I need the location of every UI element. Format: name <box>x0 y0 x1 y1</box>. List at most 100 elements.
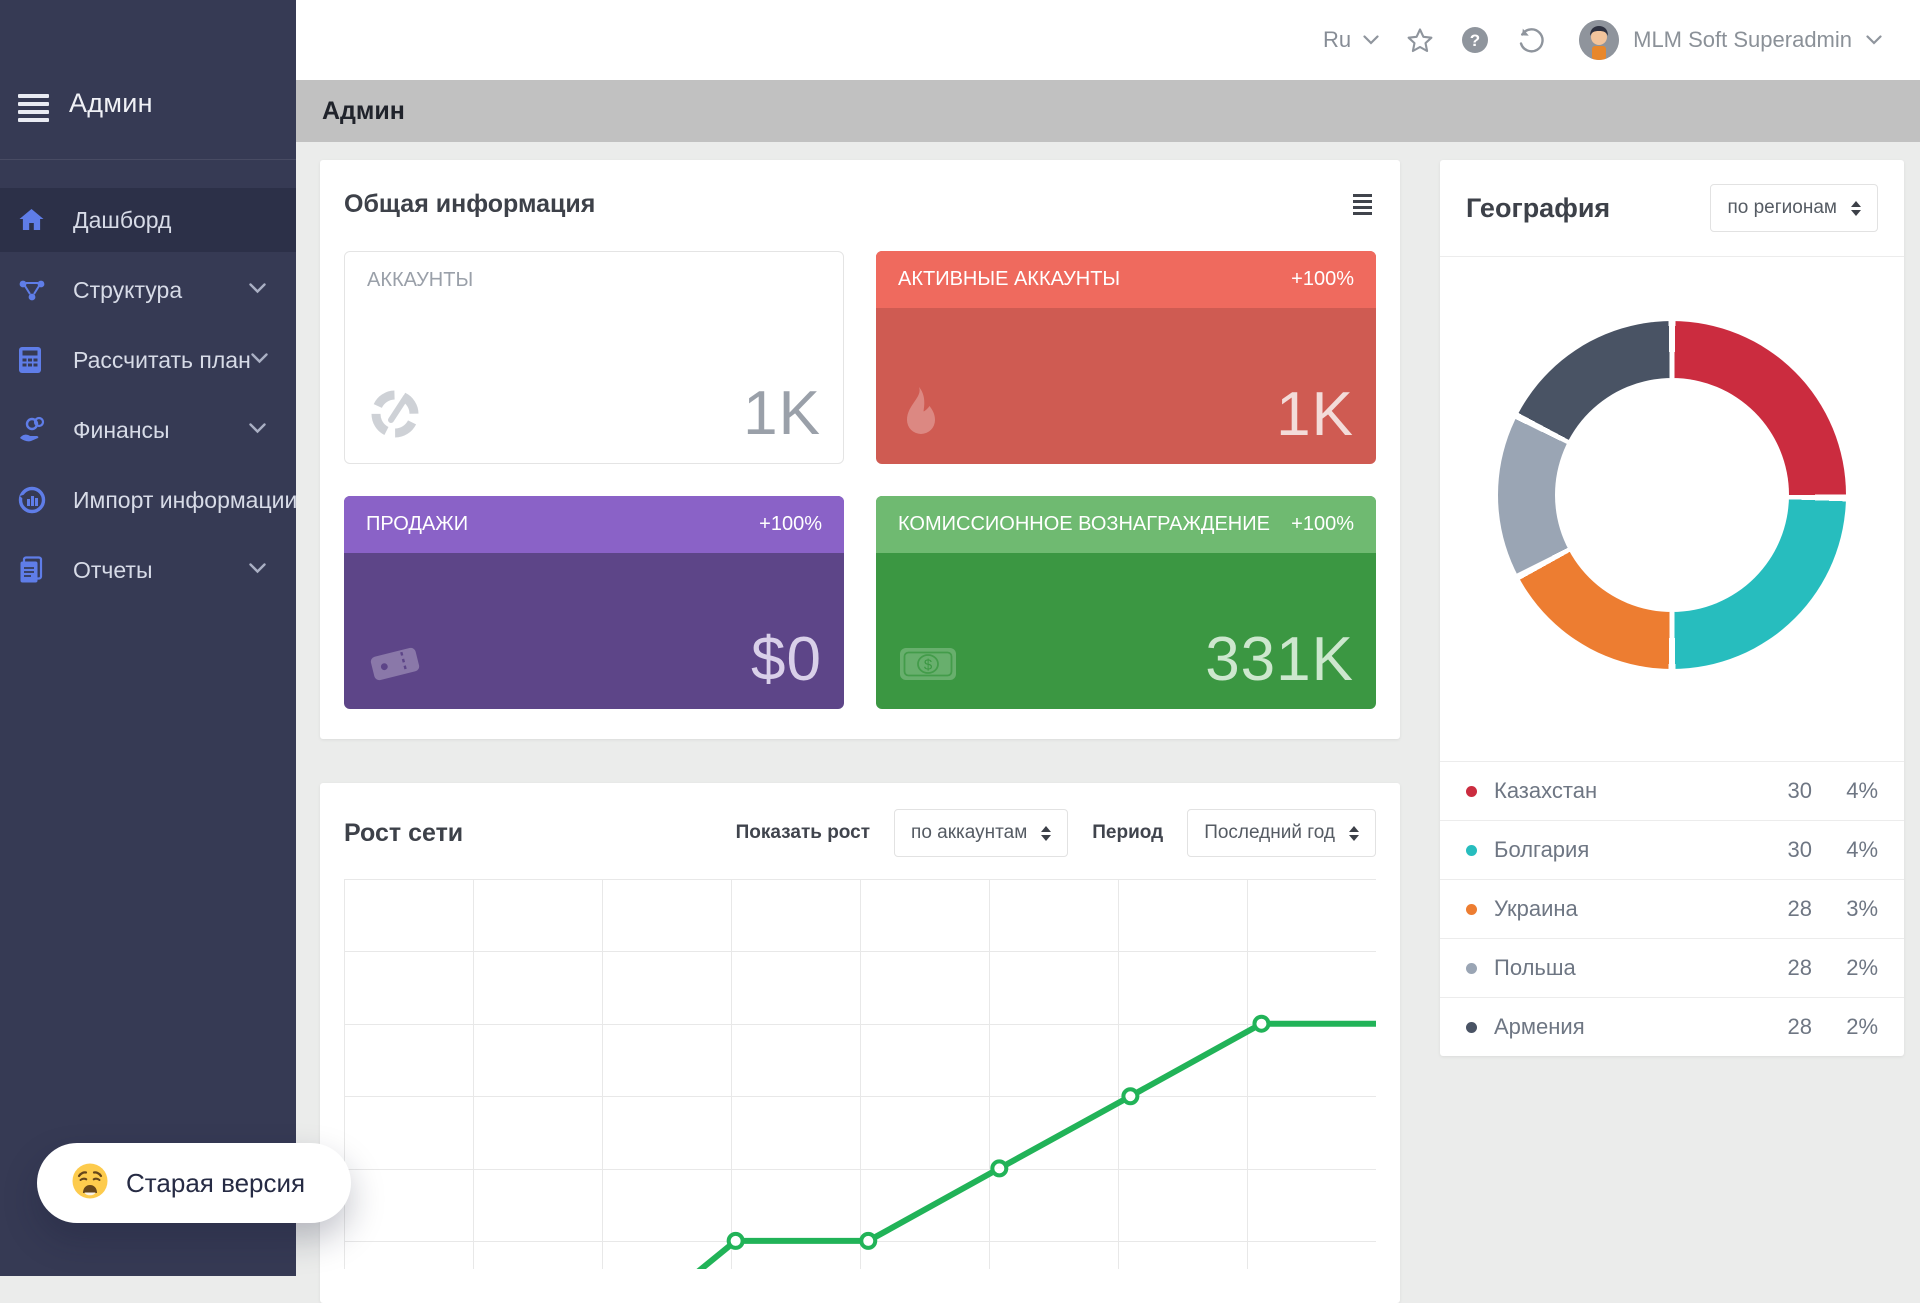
old-version-label: Старая версия <box>126 1168 305 1199</box>
sidebar: Админ Дашборд Структура <box>0 0 296 1276</box>
menu-toggle-icon[interactable] <box>18 88 49 122</box>
chevron-down-icon <box>249 421 266 439</box>
geography-title: География <box>1466 193 1610 224</box>
overview-title: Общая информация <box>344 190 595 219</box>
sidebar-item-label: Структура <box>73 277 249 304</box>
legend-label: Польша <box>1494 955 1760 981</box>
finance-icon <box>18 416 58 444</box>
legend-dot <box>1466 904 1477 915</box>
legend-row[interactable]: Казахстан 30 4% <box>1440 761 1904 820</box>
growth-title: Рост сети <box>344 819 712 848</box>
legend-label: Украина <box>1494 896 1760 922</box>
flame-icon <box>898 385 944 446</box>
tile-sales[interactable]: ПРОДАЖИ +100% <box>344 496 844 709</box>
growth-period-label: Период <box>1092 822 1163 844</box>
undo-icon[interactable] <box>1516 26 1544 54</box>
geography-card: География по регионам Казахстан 30 <box>1440 160 1904 1056</box>
legend-row[interactable]: Польша 28 2% <box>1440 938 1904 997</box>
tile-active-accounts[interactable]: АКТИВНЫЕ АККАУНТЫ +100% 1K <box>876 251 1376 464</box>
chevron-down-icon <box>1363 35 1379 45</box>
legend-percent: 2% <box>1812 955 1878 981</box>
legend-value: 28 <box>1760 896 1812 922</box>
tile-label: АККАУНТЫ <box>367 269 473 292</box>
tile-value: $0 <box>751 629 822 691</box>
sort-arrows-icon <box>1851 201 1861 216</box>
sidebar-item-structure[interactable]: Структура <box>0 258 296 322</box>
sidebar-item-import[interactable]: Импорт информации <box>0 468 296 532</box>
old-version-button[interactable]: Старая версия <box>37 1143 351 1223</box>
sidebar-item-dashboard[interactable]: Дашборд <box>0 188 296 252</box>
sidebar-item-label: Рассчитать план <box>73 347 251 374</box>
tile-badge: +100% <box>759 513 822 536</box>
legend-row[interactable]: Армения 28 2% <box>1440 997 1904 1056</box>
legend-percent: 4% <box>1812 778 1878 804</box>
sidebar-item-reports[interactable]: Отчеты <box>0 538 296 602</box>
sidebar-item-calc-plan[interactable]: Рассчитать план <box>0 328 296 392</box>
geography-donut-chart <box>1498 321 1846 669</box>
legend-percent: 2% <box>1812 1014 1878 1040</box>
topbar: Ru ? MLM Soft Superadmin <box>296 0 1920 80</box>
user-menu[interactable]: MLM Soft Superadmin <box>1579 20 1882 60</box>
overview-card: Общая информация АККАУНТЫ <box>320 160 1400 739</box>
tile-accounts[interactable]: АККАУНТЫ 1K <box>344 251 844 464</box>
sidebar-header: Админ <box>0 0 296 160</box>
tile-label: ПРОДАЖИ <box>366 513 468 536</box>
sidebar-brand: Админ <box>69 88 153 119</box>
language-label: Ru <box>1323 27 1351 53</box>
sidebar-item-finance[interactable]: Финансы <box>0 398 296 462</box>
growth-metric-select[interactable]: по аккаунтам <box>894 809 1068 857</box>
tile-value: 1K <box>1276 384 1354 446</box>
legend-percent: 4% <box>1812 837 1878 863</box>
tile-value: 331K <box>1205 629 1354 691</box>
growth-line-chart <box>344 879 1376 1274</box>
gauge-icon <box>367 384 423 445</box>
geography-filter-select[interactable]: по регионам <box>1710 184 1878 232</box>
legend-value: 30 <box>1760 778 1812 804</box>
legend-percent: 3% <box>1812 896 1878 922</box>
tile-label: АКТИВНЫЕ АККАУНТЫ <box>898 268 1120 291</box>
page-title: Админ <box>322 97 405 126</box>
legend-dot <box>1466 1022 1477 1033</box>
chevron-down-icon <box>251 351 268 369</box>
svg-text:?: ? <box>1470 31 1480 50</box>
tile-label: КОМИССИОННОЕ ВОЗНАГРАЖДЕНИЕ <box>898 513 1270 536</box>
tile-badge: +100% <box>1291 513 1354 536</box>
chevron-down-icon <box>249 561 266 579</box>
growth-card: Рост сети Показать рост по аккаунтам Пер… <box>320 783 1400 1303</box>
growth-period-value: Последний год <box>1204 822 1335 844</box>
avatar <box>1579 20 1619 60</box>
chevron-down-icon <box>249 281 266 299</box>
legend-dot <box>1466 786 1477 797</box>
reports-icon <box>18 556 58 584</box>
sidebar-item-label: Финансы <box>73 417 249 444</box>
weary-face-icon <box>71 1162 109 1205</box>
legend-value: 30 <box>1760 837 1812 863</box>
structure-icon <box>18 277 58 304</box>
help-icon[interactable]: ? <box>1461 26 1489 54</box>
growth-show-label: Показать рост <box>736 822 870 844</box>
legend-value: 28 <box>1760 955 1812 981</box>
legend-label: Армения <box>1494 1014 1760 1040</box>
card-menu-icon[interactable] <box>1349 190 1376 219</box>
legend-dot <box>1466 845 1477 856</box>
tile-badge: +100% <box>1291 268 1354 291</box>
growth-metric-value: по аккаунтам <box>911 822 1027 844</box>
sort-arrows-icon <box>1041 826 1051 841</box>
stat-tiles: АККАУНТЫ 1K <box>344 251 1376 709</box>
star-icon[interactable] <box>1406 27 1434 54</box>
sidebar-item-label: Отчеты <box>73 557 249 584</box>
sidebar-nav: Дашборд Структура <box>0 188 296 602</box>
sidebar-item-label: Импорт информации <box>73 487 297 514</box>
sidebar-item-label: Дашборд <box>73 207 266 234</box>
language-selector[interactable]: Ru <box>1323 27 1379 53</box>
svg-text:$: $ <box>924 657 933 674</box>
main-area: Ru ? MLM Soft Superadmin <box>296 0 1920 1276</box>
legend-row[interactable]: Болгария 30 4% <box>1440 820 1904 879</box>
legend-row[interactable]: Украина 28 3% <box>1440 879 1904 938</box>
tile-commission[interactable]: КОМИССИОННОЕ ВОЗНАГРАЖДЕНИЕ +100% $ <box>876 496 1376 709</box>
growth-period-select[interactable]: Последний год <box>1187 809 1376 857</box>
geography-legend: Казахстан 30 4% Болгария 30 4% Украина 2… <box>1440 761 1904 1056</box>
chevron-down-icon <box>1866 35 1882 45</box>
legend-label: Казахстан <box>1494 778 1760 804</box>
donut-hole <box>1555 378 1789 612</box>
